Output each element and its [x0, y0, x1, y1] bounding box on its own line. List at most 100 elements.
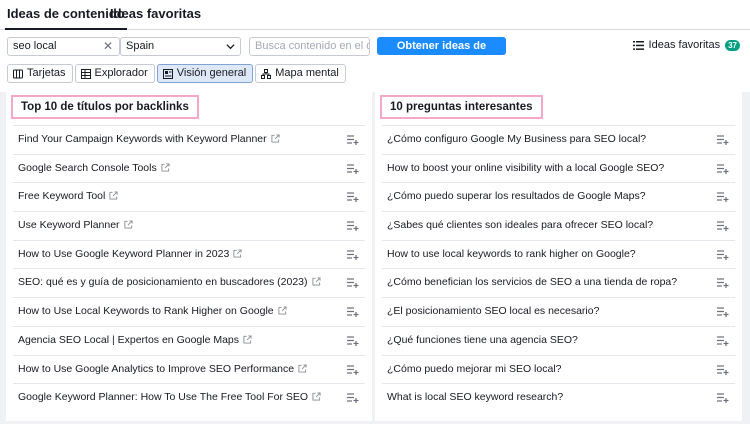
- country-select[interactable]: Spain: [120, 37, 241, 56]
- add-to-favorites-icon[interactable]: [717, 164, 729, 174]
- mindmap-icon: [261, 68, 272, 79]
- title-link[interactable]: Use Keyword Planner: [18, 219, 120, 231]
- list-item: Find Your Campaign Keywords with Keyword…: [13, 125, 365, 154]
- add-to-favorites-icon[interactable]: [347, 364, 359, 375]
- list-item: Google Search Console Tools: [13, 153, 365, 183]
- add-to-favorites-icon[interactable]: [347, 393, 359, 404]
- questions-panel: 10 preguntas interesantes ¿Cómo configur…: [375, 92, 742, 421]
- list-item: ¿El posicionamiento SEO local es necesar…: [382, 297, 735, 326]
- external-link-icon[interactable]: [109, 191, 118, 200]
- list-item: What is local SEO keyword research?: [382, 383, 735, 412]
- content-filter-input[interactable]: Busca contenido en el d...: [249, 37, 370, 56]
- title-link[interactable]: How to Use Local Keywords to Rank Higher…: [18, 305, 274, 317]
- list-icon: [632, 40, 644, 50]
- close-icon[interactable]: ✕: [103, 38, 113, 55]
- view-mindmap-label: Mapa mental: [275, 67, 339, 79]
- add-to-favorites-icon[interactable]: [347, 307, 359, 318]
- question-text: ¿Cómo puedo superar los resultados de Go…: [387, 190, 646, 203]
- cards-icon: [13, 69, 23, 78]
- question-text: ¿Sabes qué clientes son ideales para ofr…: [387, 219, 654, 232]
- external-link-icon[interactable]: [311, 277, 321, 286]
- title-link[interactable]: SEO: qué es y guía de posicionamiento en…: [18, 276, 308, 288]
- question-text: How to use local keywords to rank higher…: [387, 247, 636, 260]
- question-text: ¿Qué funciones tiene una agencia SEO?: [387, 333, 578, 346]
- view-overview-button[interactable]: Visión general: [156, 64, 254, 83]
- chevron-down-icon: [226, 44, 235, 50]
- list-item: ¿Cómo puedo mejorar mi SEO local?: [382, 354, 735, 384]
- add-to-favorites-icon[interactable]: [717, 278, 729, 289]
- list-item: SEO: qué es y guía de posicionamiento en…: [13, 268, 365, 297]
- add-to-favorites-icon[interactable]: [717, 307, 729, 318]
- view-overview-label: Visión general: [176, 67, 247, 79]
- title-link[interactable]: Google Keyword Planner: How To Use The F…: [18, 391, 308, 403]
- list-item: Agencia SEO Local | Expertos en Google M…: [13, 325, 365, 355]
- question-text: ¿Cómo benefician los servicios de SEO a …: [387, 276, 678, 289]
- add-to-favorites-icon[interactable]: [347, 250, 359, 260]
- add-to-favorites-icon[interactable]: [717, 393, 729, 404]
- external-link-icon[interactable]: [161, 163, 170, 172]
- add-to-favorites-icon[interactable]: [717, 221, 729, 232]
- list-item: How to Use Local Keywords to Rank Higher…: [13, 297, 365, 326]
- top-tabs-bar: Ideas de contenido Ideas favoritas: [0, 0, 750, 30]
- get-content-ideas-button[interactable]: Obtener ideas de contenido: [377, 37, 506, 70]
- add-to-favorites-icon[interactable]: [347, 135, 359, 145]
- question-text: ¿El posicionamiento SEO local es necesar…: [387, 305, 600, 318]
- list-item: ¿Cómo puedo superar los resultados de Go…: [382, 182, 735, 211]
- overview-icon: [162, 68, 173, 79]
- external-link-icon[interactable]: [312, 392, 321, 401]
- question-text: How to boost your online visibility with…: [387, 161, 665, 174]
- question-text: What is local SEO keyword research?: [387, 391, 564, 404]
- add-to-favorites-icon[interactable]: [717, 250, 729, 260]
- top-titles-list: Find Your Campaign Keywords with Keyword…: [13, 125, 365, 412]
- add-to-favorites-icon[interactable]: [347, 336, 359, 346]
- view-switcher: Tarjetas Explorador Visión general Mapa …: [7, 64, 348, 83]
- favorite-ideas-link[interactable]: Ideas favoritas 37: [632, 39, 740, 51]
- list-item: Google Keyword Planner: How To Use The F…: [13, 383, 365, 412]
- top-titles-panel: Top 10 de títulos por backlinks Find You…: [6, 92, 372, 421]
- title-link[interactable]: Google Search Console Tools: [18, 162, 157, 174]
- list-item: Use Keyword Planner: [13, 211, 365, 240]
- top-titles-heading: Top 10 de títulos por backlinks: [11, 95, 199, 119]
- list-item: ¿Cómo configuro Google My Business para …: [382, 125, 735, 154]
- view-mindmap-button[interactable]: Mapa mental: [255, 64, 346, 83]
- search-input-value: seo local: [13, 40, 57, 52]
- add-to-favorites-icon[interactable]: [717, 135, 729, 145]
- view-cards-button[interactable]: Tarjetas: [7, 64, 73, 83]
- question-text: ¿Cómo configuro Google My Business para …: [387, 133, 647, 145]
- list-item: ¿Sabes qué clientes son ideales para ofr…: [382, 211, 735, 240]
- external-link-icon[interactable]: [124, 220, 133, 229]
- add-to-favorites-icon[interactable]: [717, 192, 729, 203]
- add-to-favorites-icon[interactable]: [347, 164, 359, 174]
- add-to-favorites-icon[interactable]: [717, 364, 729, 375]
- add-to-favorites-icon[interactable]: [347, 221, 359, 232]
- list-item: ¿Qué funciones tiene una agencia SEO?: [382, 325, 735, 355]
- list-item: How to boost your online visibility with…: [382, 153, 735, 183]
- external-link-icon[interactable]: [233, 249, 242, 258]
- list-item: How to Use Google Analytics to Improve S…: [13, 354, 365, 384]
- list-item: ¿Cómo benefician los servicios de SEO a …: [382, 268, 735, 297]
- title-link[interactable]: How to Use Google Analytics to Improve S…: [18, 363, 294, 375]
- title-link[interactable]: Find Your Campaign Keywords with Keyword…: [18, 133, 267, 145]
- list-item: How to Use Google Keyword Planner in 202…: [13, 239, 365, 269]
- title-link[interactable]: How to Use Google Keyword Planner in 202…: [18, 248, 229, 260]
- external-link-icon[interactable]: [243, 335, 252, 344]
- external-link-icon[interactable]: [298, 363, 307, 373]
- add-to-favorites-icon[interactable]: [717, 336, 729, 346]
- external-link-icon[interactable]: [278, 306, 287, 315]
- tab-favorite-ideas[interactable]: Ideas favoritas: [110, 6, 201, 21]
- view-cards-label: Tarjetas: [27, 67, 66, 79]
- favorite-ideas-label: Ideas favoritas: [648, 39, 721, 51]
- title-link[interactable]: Agencia SEO Local | Expertos en Google M…: [18, 334, 239, 346]
- title-link[interactable]: Free Keyword Tool: [18, 190, 105, 202]
- tab-content-ideas[interactable]: Ideas de contenido: [5, 6, 127, 30]
- add-to-favorites-icon[interactable]: [347, 278, 359, 289]
- search-input[interactable]: seo local ✕: [7, 37, 120, 56]
- list-item: Free Keyword Tool: [13, 182, 365, 211]
- country-select-value: Spain: [126, 40, 155, 52]
- list-item: How to use local keywords to rank higher…: [382, 239, 735, 269]
- favorite-count-badge: 37: [725, 39, 740, 51]
- view-explorer-label: Explorador: [94, 67, 148, 79]
- view-explorer-button[interactable]: Explorador: [74, 64, 155, 83]
- external-link-icon[interactable]: [271, 134, 280, 143]
- add-to-favorites-icon[interactable]: [347, 192, 359, 203]
